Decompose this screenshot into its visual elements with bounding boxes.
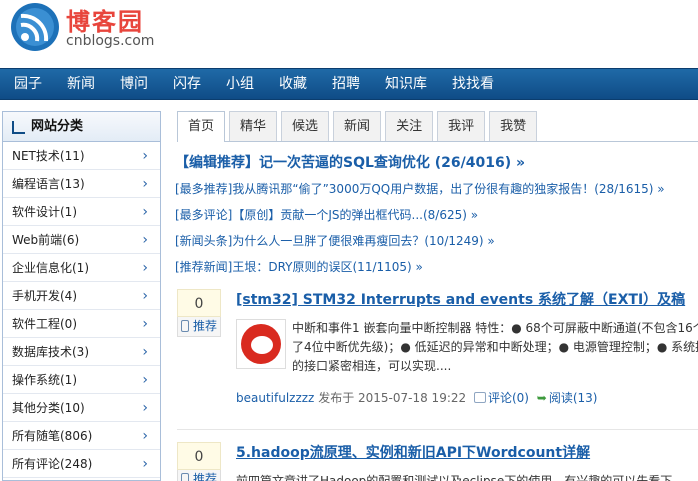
sidebar-item-dotnet[interactable]: NET技术(11) › [3, 142, 160, 170]
sidebar-header: 网站分类 [3, 112, 160, 142]
sidebar-item-label: 操作系统(1) [12, 373, 77, 387]
headline-links: 【编辑推荐】记一次苦逼的SQL查询优化 (26/4016) » [最多推荐]我从… [175, 152, 698, 280]
vote-box: 0 推荐 [177, 442, 221, 481]
post-item: 0 推荐 5.hadoop流原理、实例和新旧API下Wordcount详解 前四… [177, 442, 698, 481]
post-date: 发布于 2015-07-18 19:22 [318, 391, 467, 405]
vote-box: 0 推荐 [177, 289, 221, 337]
tab-my-comments[interactable]: 我评 [437, 111, 486, 141]
site-header: 博客园 cnblogs.com [0, 0, 698, 66]
sidebar-item-label: 软件设计(1) [12, 205, 77, 219]
reads-link[interactable]: 阅读(13) [549, 391, 598, 405]
category-sidebar: 网站分类 NET技术(11) › 编程语言(13) › 软件设计(1) › Web前端… [2, 111, 161, 481]
headline-link[interactable]: [推荐新闻]王垠：DRY原则的误区(11/1105) » [175, 254, 698, 280]
chevron-right-icon: › [142, 428, 148, 444]
nav-item-search[interactable]: 找找看 [452, 69, 494, 99]
main-nav: 园子 新闻 博问 闪存 小组 收藏 招聘 知识库 找找看 [0, 68, 698, 100]
recommend-label: 推荐 [192, 472, 217, 481]
tab-featured[interactable]: 精华 [229, 111, 278, 141]
sidebar-item-label: 所有随笔(806) [12, 429, 93, 443]
site-domain: cnblogs.com [66, 33, 155, 49]
post-item: 0 推荐 [stm32] STM32 Interrupts and events… [177, 289, 698, 419]
chevron-right-icon: › [142, 204, 148, 220]
tab-home[interactable]: 首页 [177, 111, 226, 142]
chevron-right-icon: › [142, 344, 148, 360]
sidebar-item-label: 数据库技术(3) [12, 345, 89, 359]
chevron-right-icon: › [142, 456, 148, 472]
site-logo-text[interactable]: 博客园 [66, 2, 144, 37]
read-arrow-icon: ➥ [536, 391, 547, 405]
thumbs-up-icon [181, 473, 189, 481]
tab-news[interactable]: 新闻 [333, 111, 382, 141]
sidebar-item-label: Web前端(6) [12, 233, 80, 247]
content-tabs: 首页 精华 候选 新闻 关注 我评 我赞 [177, 111, 698, 142]
comments-link[interactable]: 评论(0) [488, 391, 529, 405]
post-title[interactable]: 5.hadoop流原理、实例和新旧API下Wordcount详解 [236, 442, 590, 462]
sidebar-item-label: 手机开发(4) [12, 289, 77, 303]
sidebar-item-os[interactable]: 操作系统(1) › [3, 366, 160, 394]
summary-line: 了4位中断优先级)；● 低延迟的异常和中断处理；● 电源管理控制；● 系统控 [292, 340, 698, 354]
nav-item-flash[interactable]: 闪存 [173, 69, 201, 99]
sidebar-item-engineering[interactable]: 软件工程(0) › [3, 310, 160, 338]
chevron-right-icon: › [142, 400, 148, 416]
sidebar-item-label: 软件工程(0) [12, 317, 77, 331]
recommend-button[interactable]: 推荐 [177, 470, 221, 481]
sidebar-item-other[interactable]: 其他分类(10) › [3, 394, 160, 422]
chevron-right-icon: › [142, 372, 148, 388]
sidebar-item-label: NET技术(11) [12, 149, 85, 163]
chevron-right-icon: › [142, 260, 148, 276]
logo-icon[interactable] [11, 3, 59, 51]
comment-icon [473, 392, 486, 403]
recommend-button[interactable]: 推荐 [177, 317, 221, 337]
post-summary: 前四篇文章讲了Hadoop的配置和测试以及eclipse下的使用，有兴趣的可以先… [236, 474, 673, 481]
post-meta: beautifulzzzz 发布于 2015-07-18 19:22 评论(0)… [236, 389, 598, 406]
author-avatar[interactable] [236, 319, 286, 369]
tab-my-likes[interactable]: 我赞 [489, 111, 538, 141]
vote-count: 0 [177, 289, 221, 317]
corner-arrow-icon [12, 121, 25, 134]
chevron-right-icon: › [142, 176, 148, 192]
tab-following[interactable]: 关注 [385, 111, 434, 141]
nav-item-jobs[interactable]: 招聘 [332, 69, 360, 99]
sidebar-item-label: 其他分类(10) [12, 401, 85, 415]
sidebar-item-mobile[interactable]: 手机开发(4) › [3, 282, 160, 310]
thumbs-up-icon [181, 320, 189, 332]
sidebar-item-enterprise[interactable]: 企业信息化(1) › [3, 254, 160, 282]
sidebar-item-languages[interactable]: 编程语言(13) › [3, 170, 160, 198]
post-title[interactable]: [stm32] STM32 Interrupts and events 系统了解… [236, 289, 685, 309]
sidebar-item-database[interactable]: 数据库技术(3) › [3, 338, 160, 366]
chevron-right-icon: › [142, 148, 148, 164]
vote-count: 0 [177, 442, 221, 470]
nav-item-garden[interactable]: 园子 [14, 69, 42, 99]
headline-link[interactable]: [新闻头条]为什么人一旦胖了便很难再瘦回去？(10/1249) » [175, 228, 698, 254]
nav-item-groups[interactable]: 小组 [226, 69, 254, 99]
post-summary: 中断和事件1 嵌套向量中断控制器 特性：● 68个可屏蔽中断通道(不包含16个 … [292, 319, 698, 376]
headline-link[interactable]: [最多推荐]我从腾讯那“偷了”3000万QQ用户数据，出了份很有趣的独家报告！(… [175, 176, 698, 202]
tab-candidates[interactable]: 候选 [281, 111, 330, 141]
editor-pick-link[interactable]: 【编辑推荐】记一次苦逼的SQL查询优化 (26/4016) » [175, 152, 698, 176]
summary-line: 中断和事件1 嵌套向量中断控制器 特性：● 68个可屏蔽中断通道(不包含16个 [292, 321, 698, 335]
sidebar-item-label: 编程语言(13) [12, 177, 85, 191]
chevron-right-icon: › [142, 232, 148, 248]
nav-item-questions[interactable]: 博问 [120, 69, 148, 99]
sidebar-title: 网站分类 [31, 119, 84, 134]
sidebar-item-label: 企业信息化(1) [12, 261, 89, 275]
headline-link[interactable]: [最多评论]【原创】贡献一个JS的弹出框代码...(8/625) » [175, 202, 698, 228]
nav-item-favorites[interactable]: 收藏 [279, 69, 307, 99]
nav-item-news[interactable]: 新闻 [67, 69, 95, 99]
sidebar-item-design[interactable]: 软件设计(1) › [3, 198, 160, 226]
author-link[interactable]: beautifulzzzz [236, 391, 314, 405]
post-divider [177, 429, 698, 430]
sidebar-item-web[interactable]: Web前端(6) › [3, 226, 160, 254]
sidebar-item-all-comments[interactable]: 所有评论(248) › [3, 450, 160, 478]
sidebar-item-all-posts[interactable]: 所有随笔(806) › [3, 422, 160, 450]
sidebar-item-label: 所有评论(248) [12, 457, 93, 471]
chevron-right-icon: › [142, 288, 148, 304]
chevron-right-icon: › [142, 316, 148, 332]
summary-line: 的接口紧密相连，可以实现.... [292, 359, 452, 373]
avatar-face [251, 336, 273, 354]
recommend-label: 推荐 [192, 319, 217, 333]
nav-item-knowledge[interactable]: 知识库 [385, 69, 427, 99]
